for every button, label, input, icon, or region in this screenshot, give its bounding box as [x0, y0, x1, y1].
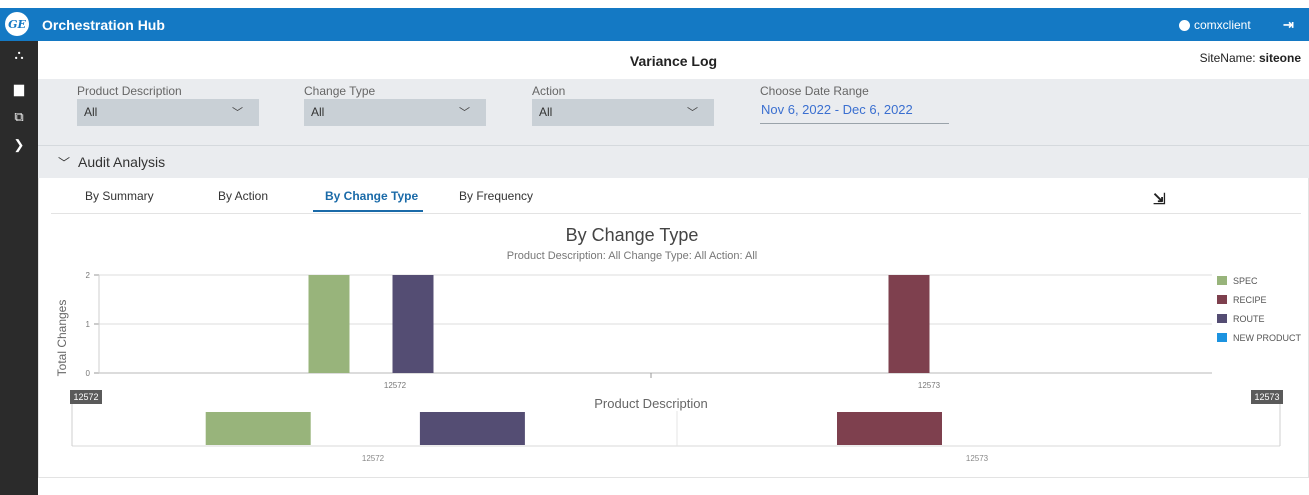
change-type-chart: By Change Type Product Description: All … [55, 225, 1301, 463]
chart-title: By Change Type [566, 225, 699, 245]
analysis-tabs: By Summary By Action By Change Type By F… [51, 178, 1301, 214]
legend-swatch [1217, 314, 1227, 323]
app-header: GE Orchestration Hub comxclient ⇥ [0, 8, 1309, 41]
audit-analysis-header[interactable]: ﹀ Audit Analysis [38, 145, 1309, 178]
navigator-x-labels: 12572 12573 [362, 454, 989, 463]
title-bar: Variance Log SiteName: siteone [38, 41, 1309, 79]
active-tab-underline [313, 210, 423, 212]
user-name: comxclient [1194, 18, 1251, 32]
y-tick-label: 2 [86, 271, 91, 280]
user-menu[interactable]: comxclient [1179, 18, 1251, 32]
chevron-down-icon: ﹀ [232, 107, 243, 119]
navigator-bar-route-12572 [419, 412, 525, 445]
y-tick-label: 1 [86, 320, 91, 329]
sidebar: ⛬ ▆ ⧉ ❯ [0, 41, 38, 495]
navigator-bars [205, 412, 942, 445]
filter-bar: Product Description All ﹀ Change Type Al… [38, 79, 1309, 145]
x-tick-label: 12572 [384, 381, 407, 390]
product-select[interactable]: All ﹀ [77, 99, 259, 126]
action-select-value: All [539, 105, 553, 119]
main-content: Variance Log SiteName: siteone Product D… [38, 41, 1309, 495]
factory-icon: ▆ [14, 81, 24, 96]
chevron-down-icon: ﹀ [687, 107, 698, 119]
sidebar-item-factory[interactable]: ▆ [0, 77, 38, 101]
navigator-tick-label: 12573 [966, 454, 989, 463]
legend-label: SPEC [1233, 276, 1258, 286]
sidebar-expand[interactable]: ❯ [0, 133, 38, 157]
ge-logo: GE [5, 12, 29, 36]
legend-swatch [1217, 333, 1227, 342]
navigator-end-label: 12573 [1254, 392, 1279, 402]
clone-icon: ⧉ [14, 109, 24, 124]
export-icon[interactable]: ⇲ [1153, 190, 1166, 208]
audit-analysis-panel: By Summary By Action By Change Type By F… [38, 178, 1309, 478]
navigator-bar-recipe-12573 [837, 412, 942, 445]
chevron-right-icon: ❯ [13, 137, 25, 152]
logout-icon[interactable]: ⇥ [1283, 17, 1294, 33]
navigator-start-label: 12572 [73, 392, 98, 402]
date-range-filter: Choose Date Range Nov 6, 2022 - Dec 6, 2… [760, 84, 949, 124]
bar-route-12572 [392, 275, 434, 373]
change-type-select[interactable]: All ﹀ [304, 99, 486, 126]
chart-grid: 0 1 2 [86, 271, 1212, 378]
window-frame [0, 0, 1309, 8]
chevron-down-icon: ﹀ [459, 107, 470, 119]
user-icon [1179, 19, 1190, 31]
product-select-value: All [84, 105, 98, 119]
bar-spec-12572 [308, 275, 350, 373]
y-tick-label: 0 [86, 369, 91, 378]
change-type-filter-label: Change Type [304, 84, 376, 98]
product-filter-label: Product Description [77, 84, 182, 98]
page-title: Variance Log [629, 53, 718, 69]
legend-label: ROUTE [1233, 314, 1265, 324]
tab-by-summary[interactable]: By Summary [85, 189, 154, 203]
accordion-title: Audit Analysis [78, 154, 166, 170]
navigator-bar-spec-12572 [205, 412, 311, 445]
y-axis-label: Total Changes [55, 300, 69, 377]
chart-legend: SPEC RECIPE ROUTE NEW PRODUCT [1217, 276, 1301, 343]
sitemap-icon: ⛬ [14, 47, 24, 62]
x-axis-label: Product Description [594, 396, 707, 411]
app-title: Orchestration Hub [42, 17, 165, 33]
legend-label: RECIPE [1233, 295, 1267, 305]
tab-by-change-type[interactable]: By Change Type [325, 189, 418, 203]
sidebar-item-hierarchy[interactable]: ⛬ [0, 43, 38, 67]
sidebar-item-variance[interactable]: ⧉ [0, 105, 38, 129]
bar-recipe-12573 [888, 275, 930, 373]
site-name: SiteName: siteone [1200, 51, 1301, 65]
legend-swatch [1217, 295, 1227, 304]
legend-swatch [1217, 276, 1227, 285]
action-filter-label: Action [532, 84, 566, 98]
tab-by-action[interactable]: By Action [218, 189, 268, 203]
chevron-down-icon: ﹀ [58, 156, 71, 170]
legend-label: NEW PRODUCT [1233, 333, 1301, 343]
date-range-input[interactable]: Nov 6, 2022 - Dec 6, 2022 [760, 102, 949, 124]
action-select[interactable]: All ﹀ [532, 99, 714, 126]
navigator-tick-label: 12572 [362, 454, 385, 463]
tab-by-frequency[interactable]: By Frequency [459, 189, 533, 203]
site-label: SiteName: [1199, 51, 1256, 65]
x-tick-label: 12573 [918, 381, 941, 390]
product-filter: Product Description All ﹀ [77, 84, 259, 126]
site-value: siteone [1258, 51, 1301, 65]
change-type-filter: Change Type All ﹀ [304, 84, 486, 126]
chart-x-labels: 12572 12573 [384, 381, 941, 390]
change-type-select-value: All [311, 105, 325, 119]
chart-subtitle: Product Description: All Change Type: Al… [507, 250, 758, 262]
action-filter: Action All ﹀ [532, 84, 714, 126]
date-range-label: Choose Date Range [760, 84, 869, 98]
